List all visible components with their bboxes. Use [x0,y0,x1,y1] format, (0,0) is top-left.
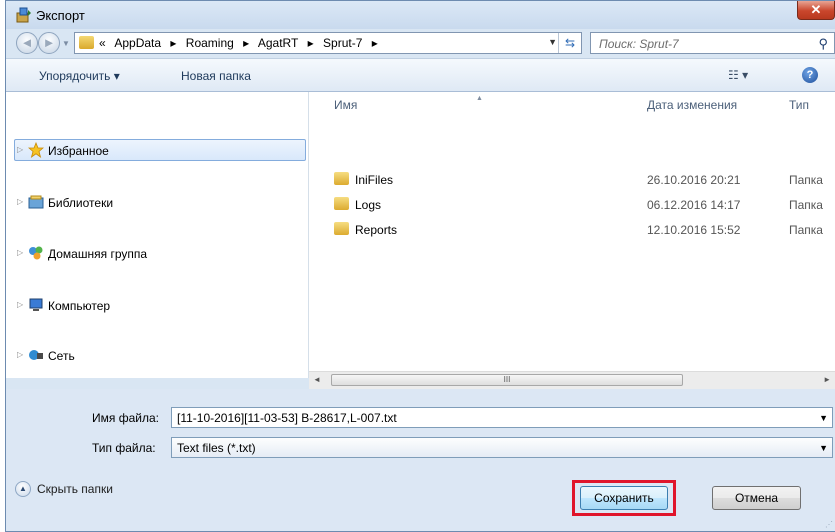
column-header-name[interactable]: Имя [334,98,357,124]
computer-icon [29,298,43,311]
breadcrumb-roaming[interactable]: Roaming [186,36,234,50]
column-header-date[interactable]: Дата изменения [647,98,737,124]
folder-icon [334,197,349,210]
filetype-select[interactable]: Text files (*.txt) ▼ [171,437,833,458]
file-date: 12.10.2016 15:52 [647,223,741,237]
window-title: Экспорт [36,8,85,23]
export-app-icon [16,7,31,23]
table-row[interactable]: IniFiles 26.10.2016 20:21 Папка [309,170,835,190]
history-dropdown-icon[interactable]: ▼ [62,39,70,48]
search-placeholder: Поиск: Sprut-7 [599,37,679,51]
breadcrumb-separator-icon[interactable]: ▸ [372,36,378,50]
close-button[interactable]: ✕ [797,1,835,20]
file-list: Имя ▲ Дата изменения Тип IniFiles 26.10.… [309,92,835,389]
forward-arrow-icon[interactable]: ► [38,32,60,54]
folder-icon [334,172,349,185]
file-type: Папка [789,223,823,237]
address-bar[interactable]: « AppData ▸ Roaming ▸ AgatRT ▸ Sprut-7 ▸… [74,32,582,54]
chevron-down-icon[interactable]: ▼ [819,443,828,453]
library-icon [28,195,44,209]
network-icon [29,350,43,360]
breadcrumb-separator-icon[interactable]: ▸ [308,36,314,50]
sidebar-item-label: Избранное [48,144,109,158]
dialog-footer: Имя файла: [11-10-2016][11-03-53] B-2861… [6,389,835,531]
filetype-label: Тип файла: [92,441,156,455]
command-toolbar: Упорядочить ▾ Новая папка ☷ ▾ ? [6,58,835,92]
breadcrumb-sprut7[interactable]: Sprut-7 [323,36,362,50]
new-folder-button[interactable]: Новая папка [181,69,251,83]
cancel-button[interactable]: Отмена [712,486,801,510]
sidebar-item-label: Домашняя группа [48,247,148,261]
expand-arrow-icon[interactable]: ▷ [17,145,23,154]
sidebar-item-label: Компьютер [48,299,111,313]
search-icon[interactable]: ⚲ [818,36,828,52]
horizontal-scrollbar[interactable]: ◄ III ► [309,371,835,389]
breadcrumb-agatrt[interactable]: AgatRT [258,36,298,50]
breadcrumb-separator-icon[interactable]: ▸ [170,36,176,50]
navigation-pane: ▷ Избранное ▷ Библиотеки ▷ Домашняя груп… [6,92,309,378]
expand-arrow-icon[interactable]: ▷ [17,197,23,206]
homegroup-icon [29,246,43,260]
file-type: Папка [789,173,823,187]
back-arrow-icon[interactable]: ◄ [16,32,38,54]
folder-icon [334,222,349,235]
sidebar-item-label: Сеть [48,349,75,363]
chevron-up-icon[interactable]: ▲ [15,481,31,497]
file-name: IniFiles [355,173,394,187]
sort-ascending-icon: ▲ [476,95,483,102]
export-dialog: Экспорт ✕ ◄ ► ▼ « AppData ▸ Roaming ▸ Ag… [5,0,835,532]
scroll-left-icon[interactable]: ◄ [313,375,321,384]
breadcrumb-separator-icon[interactable]: ▸ [243,36,249,50]
folder-icon [79,36,94,49]
scroll-thumb[interactable]: III [331,374,683,386]
file-type: Папка [789,198,823,212]
navigation-bar: ◄ ► ▼ « AppData ▸ Roaming ▸ AgatRT ▸ Spr… [6,29,835,58]
search-input[interactable]: Поиск: Sprut-7 ⚲ [590,32,835,54]
expand-arrow-icon[interactable]: ▷ [17,350,23,359]
sidebar-item-favorites[interactable]: ▷ Избранное [14,139,306,161]
file-name: Reports [355,223,398,237]
star-icon [28,142,44,158]
help-icon[interactable]: ? [802,67,818,83]
breadcrumb-overflow[interactable]: « [99,36,106,50]
column-header-type[interactable]: Тип [789,98,809,124]
views-icon[interactable]: ☷ ▾ [728,68,748,82]
table-row[interactable]: Logs 06.12.2016 14:17 Папка [309,195,835,215]
table-row[interactable]: Reports 12.10.2016 15:52 Папка [309,220,835,240]
filename-field[interactable]: [11-10-2016][11-03-53] B-28617,L-007.txt… [171,407,833,428]
expand-arrow-icon[interactable]: ▷ [17,248,23,257]
address-dropdown-icon[interactable]: ▼ [548,37,557,47]
save-button[interactable]: Сохранить [580,486,668,510]
refresh-icon[interactable]: ⇆ [558,33,581,53]
breadcrumb: « AppData ▸ Roaming ▸ AgatRT ▸ Sprut-7 ▸ [99,36,384,50]
file-date: 26.10.2016 20:21 [647,173,741,187]
title-bar: Экспорт ✕ [6,1,835,29]
resize-grip-icon[interactable]: ⋰ [825,520,833,529]
scroll-right-icon[interactable]: ► [823,375,831,384]
chevron-down-icon[interactable]: ▼ [819,413,828,423]
breadcrumb-appdata[interactable]: AppData [114,36,161,50]
hide-folders-label: Скрыть папки [37,482,113,496]
sidebar-item-label: Библиотеки [48,196,114,210]
expand-arrow-icon[interactable]: ▷ [17,300,23,309]
file-date: 06.12.2016 14:17 [647,198,741,212]
filetype-value: Text files (*.txt) [177,441,256,455]
filename-value: [11-10-2016][11-03-53] B-28617,L-007.txt [177,411,397,425]
organize-button[interactable]: Упорядочить ▾ [39,69,120,83]
filename-label: Имя файла: [92,411,159,425]
file-name: Logs [355,198,382,212]
